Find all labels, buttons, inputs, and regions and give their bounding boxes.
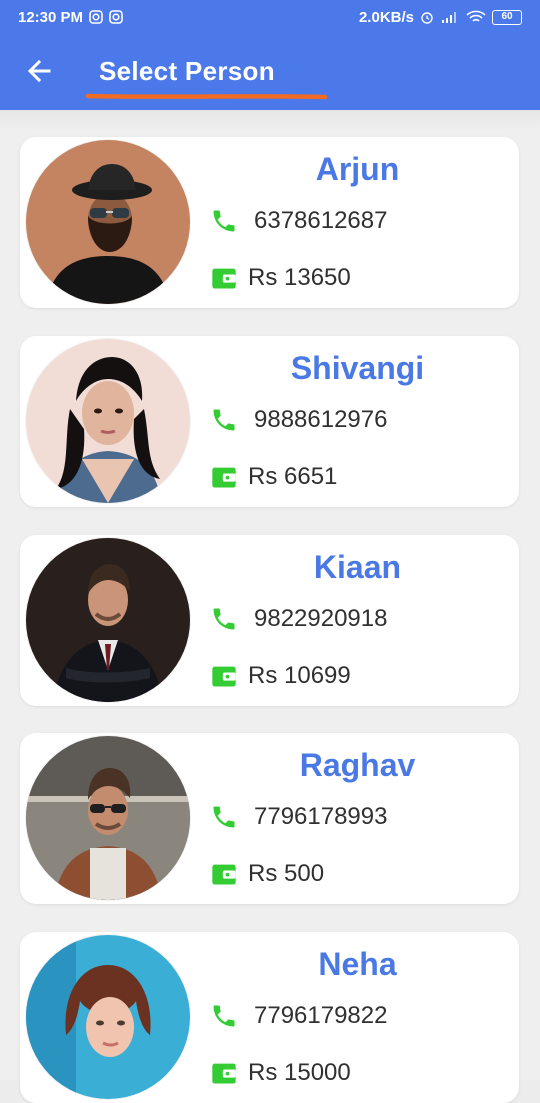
wallet-icon [212,1063,236,1084]
network-speed: 2.0KB/s [358,8,414,26]
person-name: Neha [318,946,397,982]
person-list: Arjun 6378612687 Rs 13650 Shivangi 98886… [0,110,540,1103]
phone-row: 6378612687 [210,207,387,235]
wallet-row: Rs 500 [210,860,324,888]
wallet-row: Rs 6651 [210,463,337,491]
person-name: Shivangi [290,350,425,386]
avatar [26,935,190,1099]
phone-row: 9822920918 [210,605,387,633]
wallet-row: Rs 10699 [210,662,351,690]
wifi-icon [466,10,486,22]
wallet-icon [212,864,236,885]
avatar [26,140,190,304]
wallet-balance: Rs 15000 [248,1059,351,1086]
avatar [26,538,190,702]
instagram-icon [89,10,103,24]
battery-level: 60 [501,11,513,22]
status-time: 12:30 PM [18,8,84,26]
wallet-balance: Rs 500 [248,860,325,887]
phone-row: 7796179822 [210,1002,387,1030]
phone-number: 6378612687 [254,207,388,234]
signal-icon [442,12,456,23]
avatar [26,339,190,503]
instagram-icon [109,10,123,24]
phone-icon [213,1005,235,1027]
person-name: Raghav [299,747,416,783]
person-name: Arjun [315,151,400,187]
phone-row: 7796178993 [210,803,387,831]
wallet-icon [212,467,236,488]
phone-number: 9822920918 [254,605,388,632]
app-bar: Select Person [0,34,540,110]
wallet-icon [212,666,236,687]
person-card[interactable]: Arjun 6378612687 Rs 13650 [20,137,519,308]
wallet-icon [212,268,236,289]
title-underline [85,93,328,100]
phone-icon [213,806,235,828]
arrow-back-icon[interactable] [24,56,54,86]
person-card[interactable]: Raghav 7796178993 Rs 500 [20,733,519,904]
wallet-row: Rs 13650 [210,264,351,292]
phone-number: 7796179822 [254,1002,388,1029]
wallet-balance: Rs 13650 [248,264,351,291]
person-card[interactable]: Neha 7796179822 Rs 15000 [20,932,519,1103]
phone-icon [213,409,235,431]
person-card[interactable]: Kiaan 9822920918 Rs 10699 [20,535,519,706]
person-name: Kiaan [313,549,402,585]
phone-number: 9888612976 [254,406,388,433]
page-title: Select Person [99,56,275,86]
avatar [26,736,190,900]
wallet-balance: Rs 10699 [248,662,351,689]
battery-icon: 60 [492,9,522,25]
person-card[interactable]: Shivangi 9888612976 Rs 6651 [20,336,519,507]
phone-icon [213,210,235,232]
status-bar: 12:30 PM 2.0KB/s 60 [0,0,540,34]
phone-row: 9888612976 [210,406,387,434]
wallet-row: Rs 15000 [210,1059,351,1087]
phone-icon [213,608,235,630]
phone-number: 7796178993 [254,803,388,830]
wallet-balance: Rs 6651 [248,463,338,490]
alarm-icon [421,12,433,24]
